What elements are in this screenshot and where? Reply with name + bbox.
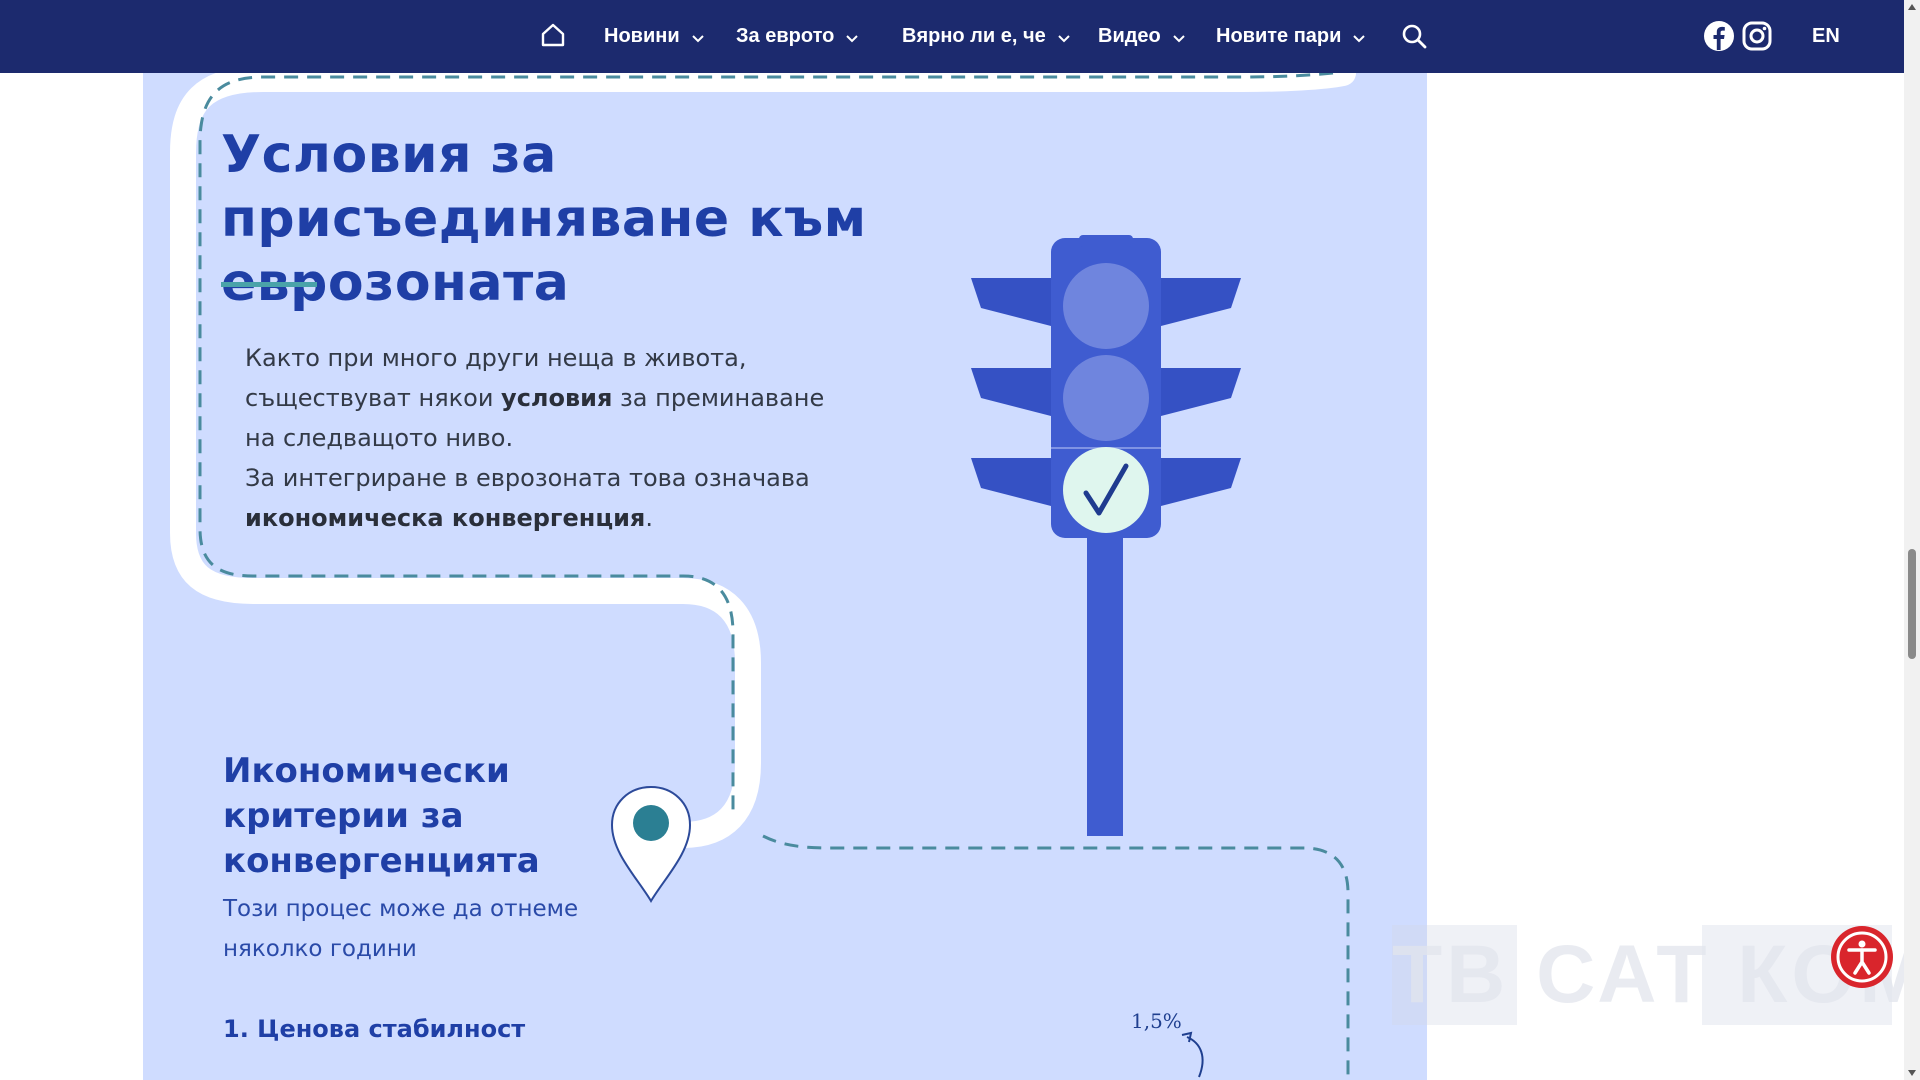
traffic-light-icon <box>971 235 1241 836</box>
nav-item-label: Новите пари <box>1216 25 1342 47</box>
criteria-title: Икономически критерии за конвергенцията <box>223 751 540 881</box>
search-icon[interactable] <box>1401 23 1427 49</box>
language-switch[interactable]: EN <box>1812 22 1840 50</box>
infographic-panel: Условия за присъединяване към еврозоната… <box>143 73 1427 1080</box>
facebook-icon[interactable] <box>1703 20 1735 52</box>
nav-item-label: Видео <box>1098 25 1161 47</box>
criteria-subtitle: Този процес може да отнеме няколко годин… <box>223 896 579 962</box>
nav-item-about-euro[interactable]: За еврото <box>736 22 859 51</box>
chevron-down-icon <box>691 23 704 51</box>
intro-line: За интегриране в еврозоната това означав… <box>245 464 810 492</box>
nav-item-label: Вярно ли е, че <box>902 25 1046 47</box>
home-icon[interactable] <box>540 22 566 48</box>
nav-item-video[interactable]: Видео <box>1098 22 1185 50</box>
chevron-down-icon <box>1173 23 1185 51</box>
chevron-down-icon <box>1058 23 1070 51</box>
intro-paragraph: Както при много други неща в живота, същ… <box>245 338 845 538</box>
nav-item-is-it-true[interactable]: Вярно ли е, че <box>902 22 1070 50</box>
page-scrollbar[interactable] <box>1904 0 1920 1080</box>
tv-watermark: ТВ САТ КОМ <box>1392 925 1920 1025</box>
chevron-down-icon <box>846 23 859 51</box>
nav-item-news[interactable]: Новини <box>604 22 704 50</box>
title-underline <box>221 282 317 287</box>
nav-item-label: За еврото <box>736 25 835 47</box>
check-icon <box>1063 447 1149 533</box>
arrow-icon <box>1181 1031 1204 1078</box>
nav-item-new-money[interactable]: Новите пари <box>1216 22 1366 51</box>
infographic-title: Условия за присъединяване към еврозоната <box>221 125 867 313</box>
instagram-icon[interactable] <box>1741 20 1773 52</box>
chevron-down-icon <box>1353 23 1366 51</box>
scroll-down-arrow[interactable] <box>1908 1070 1916 1076</box>
scrollbar-thumb[interactable] <box>1908 549 1916 659</box>
top-navigation: Новини За еврото Вярно ли е, че Видео Но… <box>0 0 1904 73</box>
criterion-price-stability: 1. Ценова стабилност <box>223 1015 526 1043</box>
location-pin-icon <box>610 785 692 903</box>
intro-line: съществуват някои условия за преминаване <box>245 384 825 412</box>
percent-label: 1,5% <box>1131 1009 1182 1033</box>
nav-item-label: Новини <box>604 25 680 47</box>
watermark-text: ТВ САТ КОМ <box>1392 929 1920 1020</box>
accessibility-button[interactable] <box>1830 925 1894 989</box>
scroll-up-arrow[interactable] <box>1908 4 1916 10</box>
intro-line: икономическа конвергенция. <box>245 504 653 532</box>
intro-line: на следващото ниво. <box>245 424 514 452</box>
intro-line: Както при много други неща в живота, <box>245 344 747 372</box>
